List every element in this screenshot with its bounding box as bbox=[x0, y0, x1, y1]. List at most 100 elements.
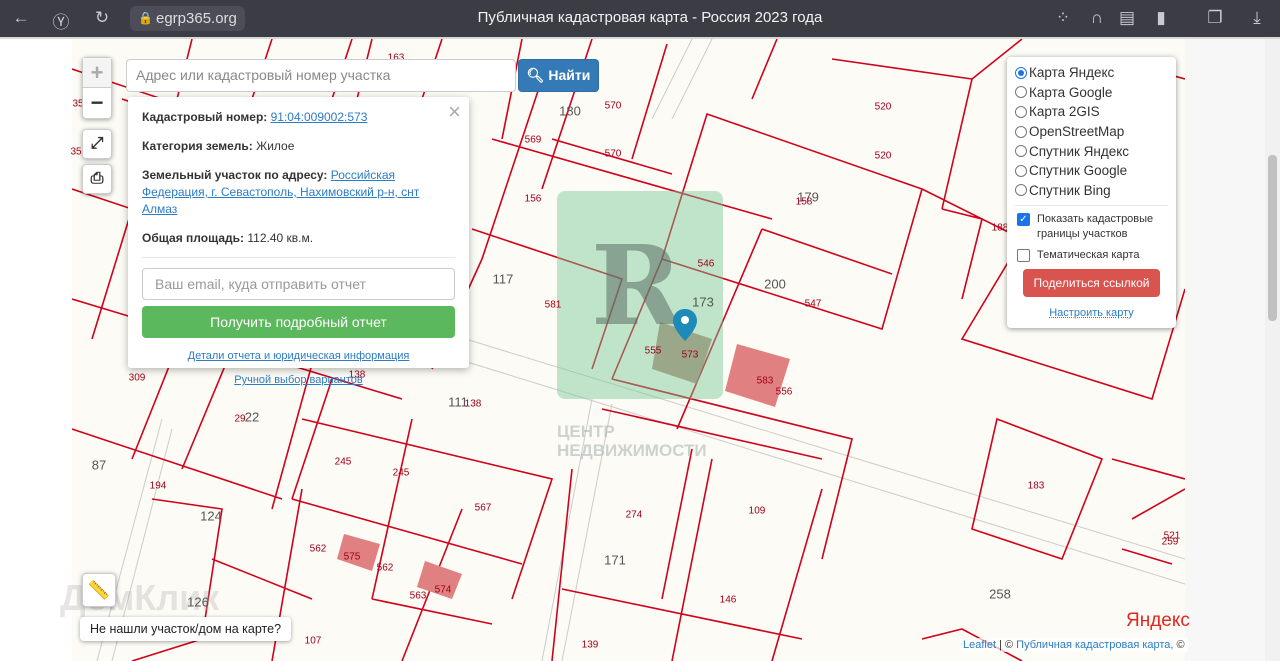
parcel-number-label: 87 bbox=[91, 457, 107, 473]
parcel-number-label: 570 bbox=[604, 100, 622, 112]
zoom-out-button[interactable]: − bbox=[83, 88, 111, 118]
extensions-icon[interactable]: ⁘ bbox=[1052, 8, 1074, 28]
radio-icon[interactable] bbox=[1015, 66, 1027, 79]
parcel-number-label: 171 bbox=[604, 552, 626, 568]
parcel-number-label: 258 bbox=[989, 586, 1011, 602]
parcel-number-label: 583 bbox=[756, 375, 774, 387]
measure-button[interactable]: 📏 bbox=[82, 573, 116, 607]
parcel-number-label: 188 bbox=[991, 222, 1009, 234]
search-input[interactable]: Адрес или кадастровый номер участка bbox=[126, 59, 516, 92]
show-borders-label: Показать кадастровые границы участков bbox=[1037, 213, 1154, 241]
report-details-link[interactable]: Детали отчета и юридическая информация bbox=[188, 350, 410, 362]
leaflet-link[interactable]: Leaflet bbox=[963, 639, 996, 651]
scrollbar-thumb[interactable] bbox=[1268, 155, 1277, 321]
page-margin bbox=[1185, 39, 1265, 661]
parcel-number-label: 124 bbox=[200, 508, 222, 524]
parcel-number-label: 245 bbox=[334, 456, 352, 468]
parcel-number-label: 158 bbox=[795, 196, 813, 208]
parcel-number-label: 245 bbox=[392, 467, 410, 479]
headphones-icon[interactable]: ∩ bbox=[1086, 8, 1108, 28]
layer-option-label: Спутник Яндекс bbox=[1029, 143, 1130, 159]
email-input[interactable]: Ваш email, куда отправить отчет bbox=[142, 268, 455, 300]
parcel-number-label: 146 bbox=[719, 594, 737, 606]
parcel-number-label: 200 bbox=[764, 276, 786, 292]
collections-icon[interactable]: ❐ bbox=[1204, 8, 1226, 28]
print-button[interactable]: ⎙ bbox=[82, 164, 112, 194]
manual-select-link[interactable]: Ручной выбор вариантов bbox=[234, 374, 362, 386]
parcel-number-label: 573 bbox=[681, 349, 699, 361]
parcel-info-popup: × Кадастровый номер: 91:04:009002:573 Ка… bbox=[128, 97, 469, 386]
parcel-number-label: 139 bbox=[581, 639, 599, 651]
checkbox-icon[interactable] bbox=[1017, 249, 1030, 263]
show-borders-checkbox[interactable]: ✓ Показать кадастровые границы участков bbox=[1015, 212, 1168, 242]
layer-option[interactable]: Спутник Яндекс bbox=[1015, 141, 1168, 161]
parcel-number-label: 194 bbox=[149, 480, 167, 492]
map-attribution: Leaflet | © Публичная кадастровая карта,… bbox=[960, 638, 1188, 652]
parcel-number-label: 546 bbox=[697, 258, 715, 270]
parcel-number-label: 156 bbox=[524, 193, 542, 205]
thematic-map-checkbox[interactable]: Тематическая карта bbox=[1015, 248, 1168, 263]
area-label: Общая площадь: bbox=[142, 231, 245, 245]
search-icon: 🔍︎ bbox=[526, 67, 545, 83]
address-label: Земельный участок по адресу: bbox=[142, 168, 328, 182]
radio-icon[interactable] bbox=[1015, 86, 1027, 99]
layer-switcher: Карта Яндекс Карта Google Карта 2GIS OpenSt… bbox=[1007, 57, 1176, 328]
yandex-logo: Яндекс bbox=[1126, 610, 1190, 632]
parcel-number-label: 547 bbox=[804, 298, 822, 310]
parcel-number-label: 567 bbox=[474, 502, 492, 514]
fullscreen-button[interactable]: ⤢ bbox=[82, 129, 112, 159]
expand-icon: ⤢ bbox=[90, 135, 104, 152]
parcel-number-label: 581 bbox=[544, 299, 562, 311]
layer-option[interactable]: Карта Google bbox=[1015, 83, 1168, 103]
cadastral-number-link[interactable]: 91:04:009002:573 bbox=[271, 110, 368, 124]
scrollbar[interactable] bbox=[1265, 39, 1280, 661]
layer-option[interactable]: Спутник Google bbox=[1015, 161, 1168, 181]
map-marker-icon[interactable] bbox=[673, 309, 697, 341]
parcel-number-label: 520 bbox=[874, 150, 892, 162]
download-icon[interactable]: ⤓ bbox=[1246, 8, 1268, 28]
radio-icon[interactable] bbox=[1015, 164, 1027, 177]
parcel-number-label: 520 bbox=[874, 101, 892, 113]
category-label: Категория земель: bbox=[142, 139, 253, 153]
search-button-label: Найти bbox=[548, 67, 591, 83]
parcel-number-label: 274 bbox=[625, 509, 643, 521]
printer-icon: ⎙ bbox=[90, 170, 104, 187]
radio-icon[interactable] bbox=[1015, 184, 1027, 197]
radio-icon[interactable] bbox=[1015, 125, 1027, 138]
share-link-button[interactable]: Поделиться ссылкой bbox=[1023, 269, 1160, 298]
divider bbox=[1015, 205, 1168, 207]
search-button[interactable]: 🔍︎ Найти bbox=[518, 59, 599, 92]
parcel-number-label: 183 bbox=[1027, 480, 1045, 492]
parcel-number-label: 562 bbox=[309, 543, 327, 555]
layer-option[interactable]: Карта Яндекс bbox=[1015, 63, 1168, 83]
not-found-button[interactable]: Не нашли участок/дом на карте? bbox=[80, 617, 292, 641]
zoom-in-button[interactable]: + bbox=[83, 58, 111, 88]
close-icon[interactable]: × bbox=[448, 99, 461, 125]
parcel-number-label: 138 bbox=[464, 398, 482, 410]
parcel-number-label: 569 bbox=[524, 134, 542, 146]
parcel-number-label: 180 bbox=[559, 103, 581, 119]
parcel-number-label: 35 bbox=[70, 146, 82, 158]
bookmark-icon[interactable]: ▮ bbox=[1150, 8, 1172, 28]
parcel-number-label: 173 bbox=[692, 294, 714, 310]
parcel-number-label: 574 bbox=[434, 584, 452, 596]
ruler-icon: 📏 bbox=[87, 580, 111, 600]
radio-icon[interactable] bbox=[1015, 105, 1027, 118]
zoom-control: + − bbox=[82, 57, 112, 119]
parcel-number-label: 126 bbox=[187, 594, 209, 610]
layer-option-label: OpenStreetMap bbox=[1029, 124, 1125, 140]
parcel-number-label: 109 bbox=[748, 505, 766, 517]
reader-icon[interactable]: ▤ bbox=[1116, 8, 1138, 28]
parcel-number-label: 570 bbox=[604, 148, 622, 160]
pkk-link[interactable]: Публичная кадастровая карта, bbox=[1016, 639, 1173, 651]
get-report-button[interactable]: Получить подробный отчет bbox=[142, 306, 455, 338]
configure-map-link[interactable]: Настроить карту bbox=[1049, 307, 1134, 319]
layer-option[interactable]: OpenStreetMap bbox=[1015, 122, 1168, 142]
parcel-number-label: 575 bbox=[343, 551, 361, 563]
layer-option[interactable]: Карта 2GIS bbox=[1015, 102, 1168, 122]
radio-icon[interactable] bbox=[1015, 145, 1027, 158]
checkbox-checked-icon[interactable]: ✓ bbox=[1017, 213, 1030, 227]
layer-option-label: Карта 2GIS bbox=[1029, 104, 1100, 120]
parcel-number-label: 107 bbox=[304, 635, 322, 647]
layer-option[interactable]: Спутник Bing bbox=[1015, 181, 1168, 201]
